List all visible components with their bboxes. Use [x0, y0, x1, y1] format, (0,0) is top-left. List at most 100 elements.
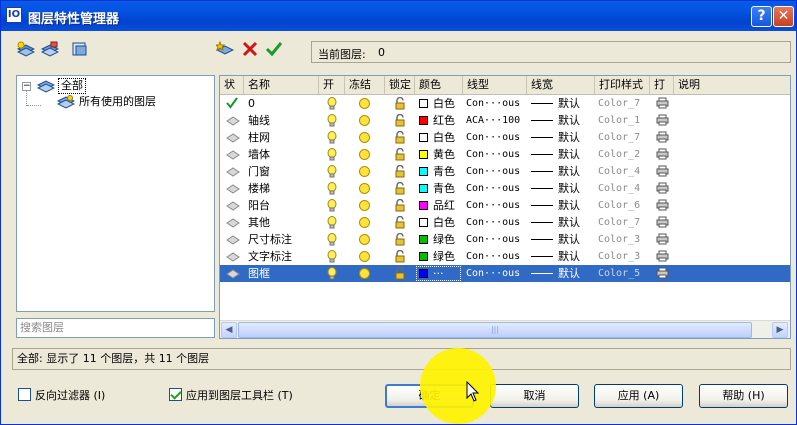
layer-status-icon[interactable]	[226, 112, 240, 129]
lock-icon[interactable]	[394, 197, 406, 214]
lock-icon[interactable]	[394, 112, 406, 129]
layer-color[interactable]: 品红	[419, 197, 463, 214]
printer-icon[interactable]	[656, 197, 669, 214]
layer-linetype[interactable]: Con···ous	[466, 95, 528, 112]
printer-icon[interactable]	[656, 248, 669, 265]
layer-lineweight[interactable]: 默认	[531, 248, 595, 265]
layer-status-icon[interactable]	[226, 197, 240, 214]
table-row[interactable]: 尺寸标注 绿色 Con···ous 默认 Color_3	[220, 231, 790, 248]
lock-icon[interactable]	[394, 214, 406, 231]
layer-linetype[interactable]: Con···ous	[466, 180, 528, 197]
table-row[interactable]: 轴线 红色 ACA···100 默认 Color_1	[220, 112, 790, 129]
layer-name[interactable]: 0	[248, 95, 318, 112]
lock-icon[interactable]	[394, 95, 406, 112]
column-header-linetype[interactable]: 线型	[463, 76, 527, 94]
bulb-icon[interactable]	[327, 180, 337, 197]
lock-icon[interactable]	[394, 231, 406, 248]
layer-name[interactable]: 门窗	[248, 163, 318, 180]
delete-layer-icon[interactable]	[241, 41, 259, 57]
layer-status-icon[interactable]	[226, 146, 240, 163]
lock-icon[interactable]	[394, 180, 406, 197]
table-row[interactable]: 文字标注 绿色 Con···ous 默认 Color_3	[220, 248, 790, 265]
layer-color[interactable]: 青色	[419, 180, 463, 197]
ok-button[interactable]: 确定	[385, 384, 474, 408]
invert-filter-checkbox[interactable]	[18, 388, 31, 401]
layer-name[interactable]: 尺寸标注	[248, 231, 318, 248]
layer-color[interactable]: ···	[419, 265, 463, 282]
printer-icon[interactable]	[656, 231, 669, 248]
help-title-button[interactable]: ?	[751, 6, 772, 27]
table-row[interactable]: 楼梯 青色 Con···ous 默认 Color_4	[220, 180, 790, 197]
column-header-lock[interactable]: 锁定	[385, 76, 415, 94]
layer-status-icon[interactable]	[226, 231, 240, 248]
sun-icon[interactable]	[358, 180, 371, 197]
table-row[interactable]: 图框 ··· Con···ous 默认 Color_5	[220, 265, 790, 282]
filter-tree[interactable]: − 全部 所有使用的图层	[16, 75, 215, 312]
sun-icon[interactable]	[358, 95, 371, 112]
layer-status-icon[interactable]	[226, 214, 240, 231]
table-row[interactable]: 门窗 青色 Con···ous 默认 Color_4	[220, 163, 790, 180]
layer-color[interactable]: 白色	[419, 214, 463, 231]
layer-name[interactable]: 楼梯	[248, 180, 318, 197]
bulb-icon[interactable]	[327, 129, 337, 146]
layer-lineweight[interactable]: 默认	[531, 180, 595, 197]
apply-to-toolbar-option[interactable]: 应用到图层工具栏 (T)	[169, 388, 293, 404]
layer-linetype[interactable]: Con···ous	[466, 197, 528, 214]
layer-states-manager-icon[interactable]	[71, 41, 89, 57]
tree-item-all-used[interactable]: 所有使用的图层	[17, 94, 213, 110]
column-header-lineweight[interactable]: 线宽	[527, 76, 595, 94]
layer-linetype[interactable]: ACA···100	[466, 112, 528, 129]
search-layer-input[interactable]: 搜索图层	[16, 318, 215, 338]
printer-icon[interactable]	[656, 129, 669, 146]
layer-lineweight[interactable]: 默认	[531, 146, 595, 163]
layer-color[interactable]: 黄色	[419, 146, 463, 163]
lock-icon[interactable]	[394, 248, 406, 265]
bulb-icon[interactable]	[327, 197, 337, 214]
bulb-icon[interactable]	[327, 248, 337, 265]
column-header-color[interactable]: 颜色	[415, 76, 463, 94]
printer-icon[interactable]	[656, 180, 669, 197]
sun-icon[interactable]	[358, 146, 371, 163]
printer-icon[interactable]	[656, 214, 669, 231]
layer-lineweight[interactable]: 默认	[531, 163, 595, 180]
lock-icon[interactable]	[394, 146, 406, 163]
scroll-right-arrow-icon[interactable]: ▶	[772, 322, 788, 338]
table-row[interactable]: 柱网 白色 Con···ous 默认 Color_7	[220, 129, 790, 146]
layer-name[interactable]: 图框	[248, 265, 318, 282]
layer-color[interactable]: 红色	[419, 112, 463, 129]
apply-button[interactable]: 应用 (A)	[594, 384, 683, 408]
bulb-icon[interactable]	[327, 265, 337, 282]
new-filter-icon[interactable]	[17, 41, 35, 57]
layer-lineweight[interactable]: 默认	[531, 129, 595, 146]
layer-status-icon[interactable]	[226, 248, 240, 265]
layer-status-icon[interactable]	[226, 265, 240, 282]
layer-color[interactable]: 白色	[419, 95, 463, 112]
layer-status-icon[interactable]	[226, 180, 240, 197]
column-header-description[interactable]: 说明	[674, 76, 790, 94]
layer-name[interactable]: 其他	[248, 214, 318, 231]
column-header-plot[interactable]: 打	[650, 76, 674, 94]
cancel-button[interactable]: 取消	[490, 384, 579, 408]
help-button[interactable]: 帮助 (H)	[699, 384, 788, 408]
new-group-filter-icon[interactable]	[41, 41, 59, 57]
sun-icon[interactable]	[358, 248, 371, 265]
layer-lineweight[interactable]: 默认	[531, 95, 595, 112]
close-button[interactable]: ✕	[773, 6, 794, 27]
title-bar[interactable]: IO 图层特性管理器 ? ✕	[1, 1, 796, 31]
layer-linetype[interactable]: Con···ous	[466, 163, 528, 180]
layer-name[interactable]: 墙体	[248, 146, 318, 163]
lock-icon[interactable]	[394, 129, 406, 146]
layer-color[interactable]: 青色	[419, 163, 463, 180]
layer-lineweight[interactable]: 默认	[531, 265, 595, 282]
scroll-thumb[interactable]: |||	[238, 322, 752, 338]
layer-lineweight[interactable]: 默认	[531, 214, 595, 231]
layer-name[interactable]: 文字标注	[248, 248, 318, 265]
printer-icon[interactable]	[656, 146, 669, 163]
column-header-name[interactable]: 名称	[244, 76, 319, 94]
table-row[interactable]: 阳台 品红 Con···ous 默认 Color_6	[220, 197, 790, 214]
printer-icon[interactable]	[656, 163, 669, 180]
sun-icon[interactable]	[358, 265, 371, 282]
sun-icon[interactable]	[358, 231, 371, 248]
printer-icon[interactable]	[656, 265, 669, 282]
layer-linetype[interactable]: Con···ous	[466, 146, 528, 163]
